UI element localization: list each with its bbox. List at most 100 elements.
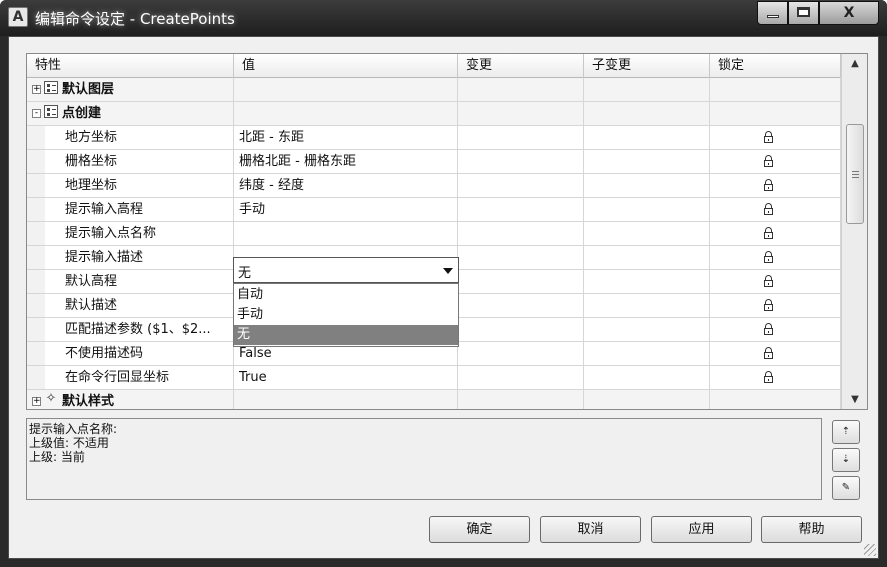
group-row[interactable]: + 默认图层 [27, 78, 841, 102]
point-name-prompt-select[interactable]: 无 [233, 257, 459, 283]
scroll-down-arrow[interactable]: ▼ [842, 390, 867, 409]
change-cell[interactable] [458, 222, 584, 246]
change-cell[interactable] [458, 366, 584, 390]
table-row[interactable]: 提示输入高程 手动 [27, 198, 841, 222]
lock-icon[interactable] [764, 131, 773, 143]
lock-icon[interactable] [764, 203, 773, 215]
sub-change-cell[interactable] [584, 246, 710, 270]
vertical-scrollbar[interactable]: ▲ ▼ [841, 54, 867, 409]
sub-change-cell[interactable] [584, 318, 710, 342]
sub-change-cell[interactable] [584, 102, 710, 126]
value-cell[interactable]: 手动 [234, 198, 458, 222]
dropdown-option-none[interactable]: 无 [234, 325, 458, 345]
lock-cell[interactable] [710, 246, 841, 270]
change-cell[interactable] [458, 150, 584, 174]
change-cell[interactable] [458, 102, 584, 126]
table-row[interactable]: 地理坐标 纬度 - 经度 [27, 174, 841, 198]
sub-change-cell[interactable] [584, 78, 710, 102]
lock-cell[interactable] [710, 126, 841, 150]
sub-change-cell[interactable] [584, 174, 710, 198]
ok-button[interactable]: 确定 [429, 516, 530, 543]
lock-cell[interactable] [710, 270, 841, 294]
lock-icon[interactable] [764, 371, 773, 383]
dropdown-option-manual[interactable]: 手动 [234, 305, 458, 325]
sub-change-cell[interactable] [584, 366, 710, 390]
lock-icon[interactable] [764, 227, 773, 239]
table-row[interactable]: 提示输入点名称 [27, 222, 841, 246]
column-header-property[interactable]: 特性 [27, 54, 234, 78]
expand-icon[interactable]: + [32, 85, 41, 94]
lock-icon[interactable] [764, 323, 773, 335]
value-cell[interactable]: 北距 - 东距 [234, 126, 458, 150]
maximize-button[interactable] [788, 1, 819, 25]
lock-cell[interactable] [710, 390, 841, 409]
table-row[interactable]: 地方坐标 北距 - 东距 [27, 126, 841, 150]
lock-cell[interactable] [710, 222, 841, 246]
column-header-lock[interactable]: 锁定 [710, 54, 841, 78]
change-cell[interactable] [458, 198, 584, 222]
lock-cell[interactable] [710, 318, 841, 342]
value-cell[interactable]: 纬度 - 经度 [234, 174, 458, 198]
sub-change-cell[interactable] [584, 126, 710, 150]
lock-cell[interactable] [710, 342, 841, 366]
scroll-up-arrow[interactable]: ▲ [842, 54, 867, 74]
value-cell[interactable]: 栅格北距 - 栅格东距 [234, 150, 458, 174]
sub-change-cell[interactable] [584, 342, 710, 366]
lock-cell[interactable] [710, 150, 841, 174]
change-cell[interactable] [458, 174, 584, 198]
change-cell[interactable] [458, 294, 584, 318]
change-cell[interactable] [458, 342, 584, 366]
collapse-icon[interactable]: - [32, 109, 41, 118]
lock-icon[interactable] [764, 179, 773, 191]
group-row[interactable]: - 点创建 [27, 102, 841, 126]
change-cell[interactable] [458, 318, 584, 342]
move-up-button[interactable]: ⇡ [832, 420, 860, 444]
sub-change-cell[interactable] [584, 150, 710, 174]
help-button[interactable]: 帮助 [761, 516, 862, 543]
title-bar[interactable]: A 编辑命令设定 - CreatePoints X [0, 0, 887, 36]
sub-change-cell[interactable] [584, 294, 710, 318]
column-header-sub-change[interactable]: 子变更 [584, 54, 710, 78]
table-row[interactable]: 栅格坐标 栅格北距 - 栅格东距 [27, 150, 841, 174]
sub-change-cell[interactable] [584, 390, 710, 409]
lock-icon[interactable] [764, 251, 773, 263]
value-cell[interactable]: True [234, 366, 458, 390]
change-cell[interactable] [458, 78, 584, 102]
lock-cell[interactable] [710, 366, 841, 390]
value-cell[interactable] [234, 222, 458, 246]
cancel-button[interactable]: 取消 [540, 516, 641, 543]
value-cell[interactable] [234, 390, 458, 409]
change-cell[interactable] [458, 270, 584, 294]
chevron-down-icon[interactable] [443, 268, 453, 274]
close-button[interactable]: X [819, 1, 879, 25]
lock-icon[interactable] [764, 299, 773, 311]
sub-change-cell[interactable] [584, 270, 710, 294]
lock-cell[interactable] [710, 78, 841, 102]
lock-cell[interactable] [710, 198, 841, 222]
sub-change-cell[interactable] [584, 222, 710, 246]
value-cell[interactable] [234, 78, 458, 102]
table-row[interactable]: 在命令行回显坐标 True [27, 366, 841, 390]
expand-icon[interactable]: + [32, 397, 41, 406]
lock-icon[interactable] [764, 275, 773, 287]
change-cell[interactable] [458, 390, 584, 409]
column-header-value[interactable]: 值 [234, 54, 458, 78]
lock-cell[interactable] [710, 102, 841, 126]
lock-cell[interactable] [710, 174, 841, 198]
move-down-button[interactable]: ⇣ [832, 448, 860, 472]
apply-button[interactable]: 应用 [651, 516, 752, 543]
sub-change-cell[interactable] [584, 198, 710, 222]
group-row[interactable]: + ✧ 默认样式 [27, 390, 841, 409]
edit-button[interactable]: ✎ [832, 476, 860, 500]
lock-icon[interactable] [764, 347, 773, 359]
scroll-thumb[interactable] [846, 124, 864, 224]
change-cell[interactable] [458, 246, 584, 270]
value-cell[interactable] [234, 102, 458, 126]
lock-cell[interactable] [710, 294, 841, 318]
lock-icon[interactable] [764, 155, 773, 167]
minimize-button[interactable] [757, 1, 788, 25]
resize-grip[interactable] [864, 544, 876, 556]
dropdown-option-auto[interactable]: 自动 [234, 285, 458, 305]
column-header-change[interactable]: 变更 [458, 54, 584, 78]
change-cell[interactable] [458, 126, 584, 150]
